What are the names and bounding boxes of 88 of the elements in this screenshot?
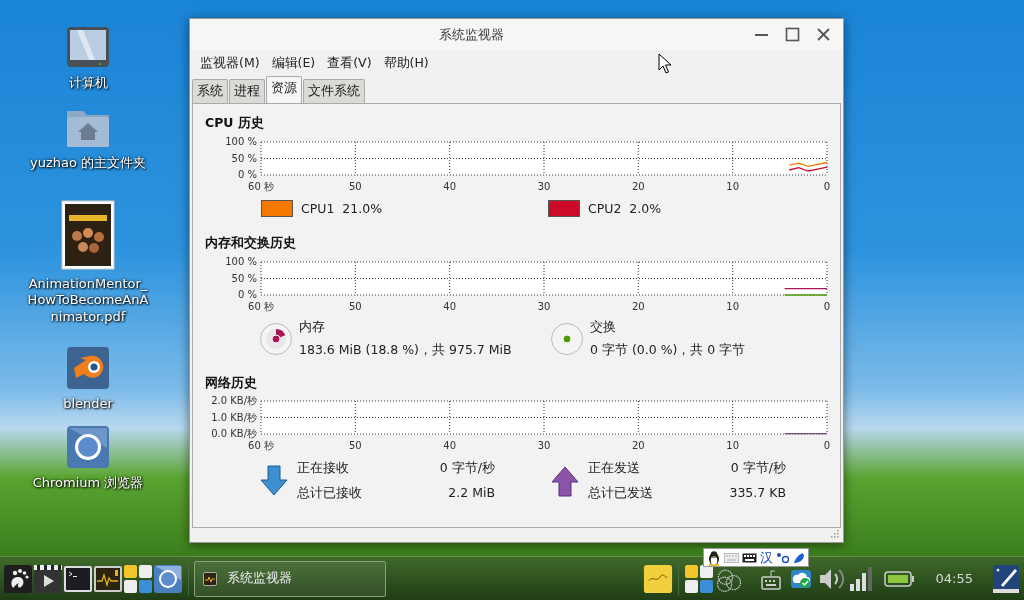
usage-detail: 183.6 MiB (18.8 %)，共 975.7 MiB xyxy=(299,340,512,359)
tick-label: 0 xyxy=(823,440,831,452)
menu-item[interactable]: 查看(V) xyxy=(321,53,378,73)
tab[interactable]: 文件系统 xyxy=(303,79,365,103)
tick-label: 0 % xyxy=(237,168,257,180)
battery-icon[interactable] xyxy=(883,569,914,588)
tick-label: 20 xyxy=(631,180,645,192)
rate-label: 正在发送 xyxy=(588,459,641,478)
menu-item[interactable]: 监视器(M) xyxy=(194,53,266,73)
rate-value: 0 字节/秒 xyxy=(438,459,495,478)
tick-label: 40 xyxy=(443,301,457,312)
legend-label: CPU1 21.0% xyxy=(301,199,383,218)
window-title: 系统监视器 xyxy=(437,25,505,44)
system-monitor-icon xyxy=(203,571,217,586)
tick-label: 20 xyxy=(631,301,645,312)
series-line xyxy=(783,288,828,290)
tick-label: 100 % xyxy=(225,135,257,147)
legend-label: CPU2 2.0% xyxy=(588,199,662,218)
tick-label: 40 xyxy=(443,180,457,192)
tick-label: 2.0 KB/秒 xyxy=(211,395,257,407)
foot-icon[interactable] xyxy=(3,563,33,594)
icon-label[interactable]: 计算机 xyxy=(68,75,108,92)
tick-label: 100 % xyxy=(225,256,257,267)
tick-label: 40 xyxy=(443,440,457,452)
tick-label: 30 xyxy=(537,180,551,192)
tick-label: 60 秒 xyxy=(248,440,274,452)
penguin-icon[interactable] xyxy=(707,549,721,566)
usage-detail: 0 字节 (0.0 %)，共 0 字节 xyxy=(590,340,746,359)
series-line xyxy=(783,294,828,296)
tick-label: 10 xyxy=(726,301,740,312)
computer-icon[interactable] xyxy=(65,25,111,69)
color-swatch[interactable] xyxy=(261,200,293,218)
menu-item[interactable]: 帮助(H) xyxy=(377,53,435,73)
down-arrow-icon xyxy=(259,464,289,498)
tick-label: 60 秒 xyxy=(248,301,274,312)
document-thumbnail-icon[interactable] xyxy=(61,200,115,270)
tick-label: 50 xyxy=(348,440,362,452)
clock[interactable]: 04:55 xyxy=(935,568,973,589)
tick-label: 0 xyxy=(823,301,831,312)
tick-label: 60 秒 xyxy=(248,180,274,192)
total-value: 2.2 MiB xyxy=(447,484,495,502)
tick-label: 0.0 KB/秒 xyxy=(211,428,257,440)
keyboard-icon[interactable] xyxy=(742,552,757,563)
input-mode-toggle[interactable]: 汉 xyxy=(760,551,773,564)
taskbar-task[interactable]: 系统监视器 xyxy=(194,560,386,597)
tick-label: 1.0 KB/秒 xyxy=(211,411,257,423)
task-title: 系统监视器 xyxy=(227,569,292,588)
tick-label: 0 xyxy=(823,180,831,192)
series-line xyxy=(783,433,828,435)
usage-label: 内存 xyxy=(299,318,326,336)
tab[interactable]: 资源 xyxy=(266,76,302,103)
maximize-button[interactable] xyxy=(783,25,802,44)
resize-grip-icon[interactable] xyxy=(829,528,839,538)
system-monitor-icon[interactable] xyxy=(93,563,123,594)
video-player-icon[interactable] xyxy=(33,563,63,594)
up-arrow-icon xyxy=(550,464,580,498)
tick-label: 10 xyxy=(726,440,740,452)
crescent-icon[interactable] xyxy=(793,551,805,564)
tab[interactable]: 进程 xyxy=(229,79,265,103)
usage-pie-icon xyxy=(259,321,293,356)
punctuation-icon[interactable] xyxy=(776,551,790,564)
signal-icon[interactable] xyxy=(848,565,873,592)
tick-label: 30 xyxy=(537,301,551,312)
mouse-pointer-icon xyxy=(658,53,672,75)
section-title: 网络历史 xyxy=(205,373,258,392)
tick-label: 20 xyxy=(631,440,645,452)
tick-label: 50 % xyxy=(231,272,257,284)
tick-label: 50 xyxy=(348,301,362,312)
section-title: CPU 历史 xyxy=(205,113,265,132)
usage-label: 交换 xyxy=(590,318,617,336)
usage-pie-icon xyxy=(550,321,584,356)
total-label: 总计已发送 xyxy=(588,484,654,502)
tick-label: 30 xyxy=(537,440,551,452)
tick-label: 50 % xyxy=(231,152,257,163)
tick-label: 10 xyxy=(726,180,740,192)
menu-item[interactable]: 编辑(E) xyxy=(265,53,322,73)
rate-value: 0 字节/秒 xyxy=(729,459,786,478)
color-swatch[interactable] xyxy=(548,200,580,218)
tick-label: 50 xyxy=(348,180,362,192)
section-title: 内存和交换历史 xyxy=(205,234,297,253)
rate-label: 正在接收 xyxy=(297,459,350,478)
notebook-pen-icon[interactable] xyxy=(991,562,1021,595)
sticky-note-icon[interactable] xyxy=(642,562,673,595)
tab[interactable]: 系统 xyxy=(192,79,228,103)
total-label: 总计已接收 xyxy=(297,484,363,502)
terminal-icon[interactable] xyxy=(63,563,93,594)
tick-label: 0 % xyxy=(237,289,257,300)
total-value: 335.7 KB xyxy=(728,484,786,502)
